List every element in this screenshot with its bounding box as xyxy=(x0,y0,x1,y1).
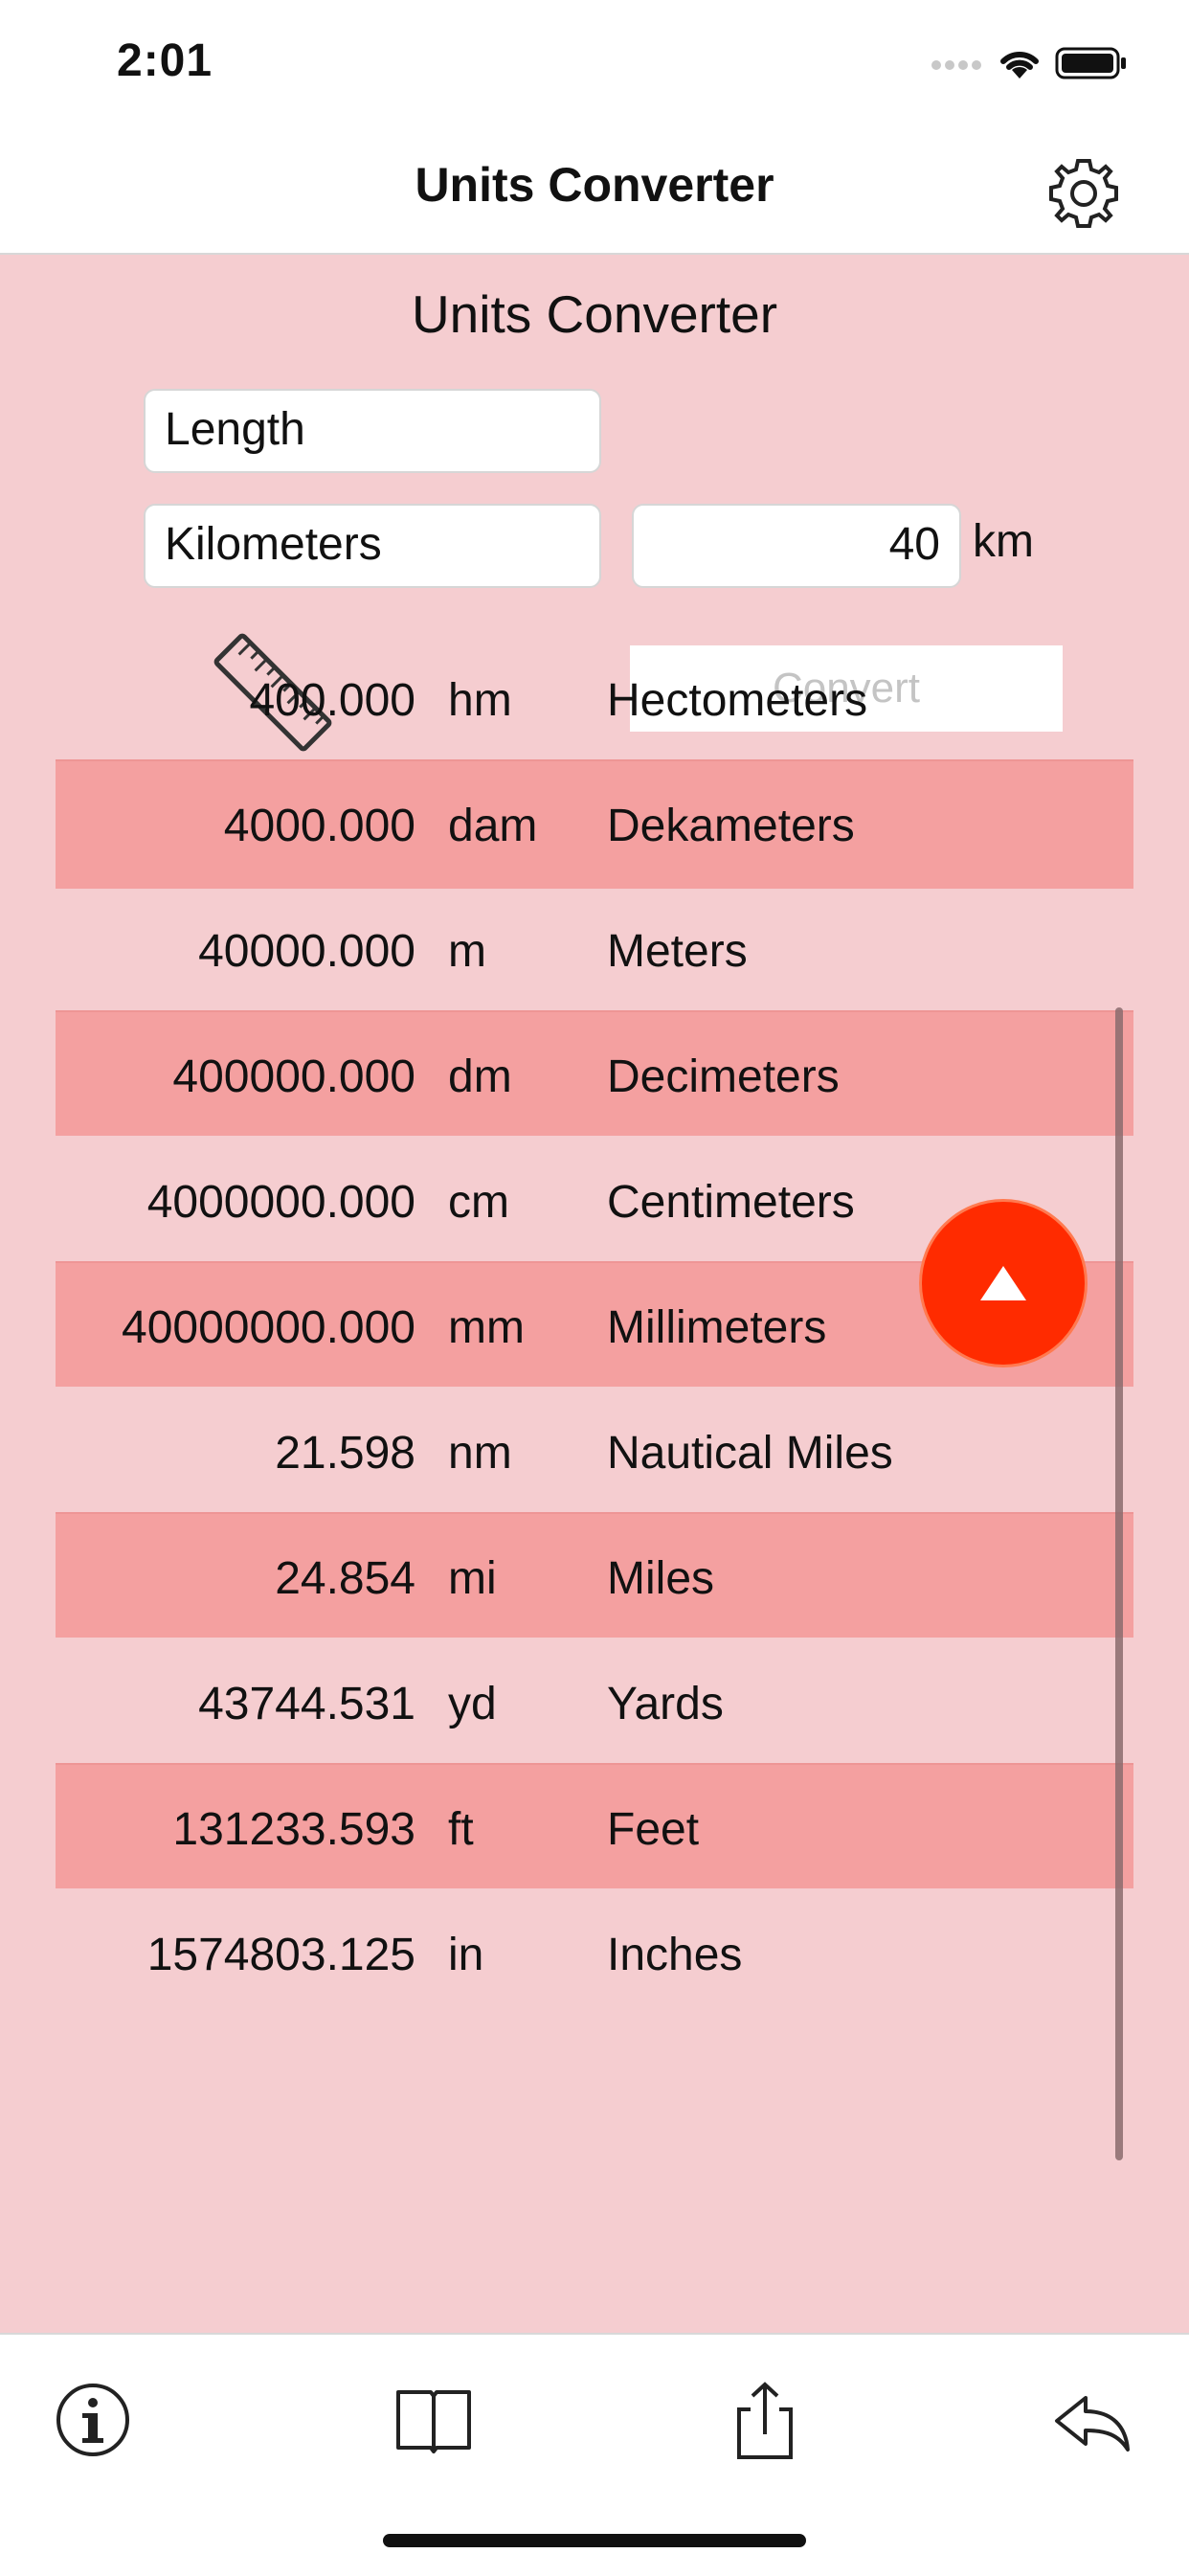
results-scrollbar[interactable] xyxy=(1115,1007,1123,2160)
result-name: Decimeters xyxy=(607,1051,840,1102)
info-icon[interactable] xyxy=(50,2377,136,2463)
result-abbr: dam xyxy=(448,801,538,851)
result-value: 40000.000 xyxy=(198,926,415,977)
result-value: 21.598 xyxy=(275,1428,415,1479)
result-name: Nautical Miles xyxy=(607,1428,893,1479)
nav-bar: Units Converter xyxy=(0,126,1189,255)
result-value: 43744.531 xyxy=(198,1679,415,1729)
result-value: 400000.000 xyxy=(172,1051,415,1102)
result-name: Hectometers xyxy=(607,675,868,726)
result-name: Feet xyxy=(607,1804,700,1855)
result-abbr: in xyxy=(448,1930,484,1980)
wifi-icon xyxy=(1000,51,1039,79)
result-row: 4000.000 dam Dekameters xyxy=(0,759,1189,885)
result-value: 4000000.000 xyxy=(146,1177,415,1228)
category-field[interactable]: Length xyxy=(144,389,601,473)
result-name: Miles xyxy=(607,1553,715,1604)
result-abbr: yd xyxy=(448,1679,497,1729)
scroll-up-button[interactable] xyxy=(919,1199,1088,1367)
result-value: 40000000.000 xyxy=(122,1302,415,1353)
gear-icon[interactable] xyxy=(1045,155,1122,232)
status-icons xyxy=(931,44,1128,82)
reply-icon[interactable] xyxy=(1049,2377,1135,2463)
result-abbr: cm xyxy=(448,1177,509,1228)
result-name: Centimeters xyxy=(607,1177,855,1228)
result-name: Yards xyxy=(607,1679,724,1729)
result-value: 24.854 xyxy=(275,1553,415,1604)
result-row: 400.000 hm Hectometers xyxy=(0,634,1189,759)
result-abbr: mm xyxy=(448,1302,525,1353)
status-time: 2:01 xyxy=(117,35,213,86)
from-unit-field[interactable]: Kilometers xyxy=(144,504,601,588)
signal-icon xyxy=(931,60,981,70)
result-abbr: nm xyxy=(448,1428,512,1479)
battery-icon xyxy=(1055,47,1126,79)
result-name: Millimeters xyxy=(607,1302,827,1353)
result-name: Meters xyxy=(607,926,748,977)
result-abbr: hm xyxy=(448,675,512,726)
result-row: 131233.593 ft Feet xyxy=(0,1763,1189,1888)
result-row: 43744.531 yd Yards xyxy=(0,1638,1189,1763)
result-abbr: m xyxy=(448,926,486,977)
result-abbr: mi xyxy=(448,1553,497,1604)
result-value: 131233.593 xyxy=(172,1804,415,1855)
result-row: 1574803.125 in Inches xyxy=(0,1888,1189,2014)
result-abbr: ft xyxy=(448,1804,474,1855)
result-name: Dekameters xyxy=(607,801,855,851)
share-icon[interactable] xyxy=(722,2377,808,2463)
result-value: 4000.000 xyxy=(223,801,415,851)
triangle-up-icon xyxy=(980,1266,1026,1300)
nav-title: Units Converter xyxy=(415,158,774,212)
amount-input[interactable]: 40 xyxy=(632,504,961,588)
result-row: 21.598 nm Nautical Miles xyxy=(0,1387,1189,1512)
result-abbr: dm xyxy=(448,1051,512,1102)
result-name: Inches xyxy=(607,1930,743,1980)
home-indicator xyxy=(383,2534,806,2547)
book-icon[interactable] xyxy=(391,2377,477,2463)
status-bar: 2:01 xyxy=(0,0,1189,126)
result-value: 400.000 xyxy=(249,675,415,726)
result-row: 24.854 mi Miles xyxy=(0,1512,1189,1638)
result-row: 400000.000 dm Decimeters xyxy=(0,1010,1189,1136)
amount-unit-label: km xyxy=(973,516,1034,567)
converter-title: Units Converter xyxy=(411,284,778,344)
result-row: 40000.000 m Meters xyxy=(0,885,1189,1010)
result-value: 1574803.125 xyxy=(146,1930,415,1980)
